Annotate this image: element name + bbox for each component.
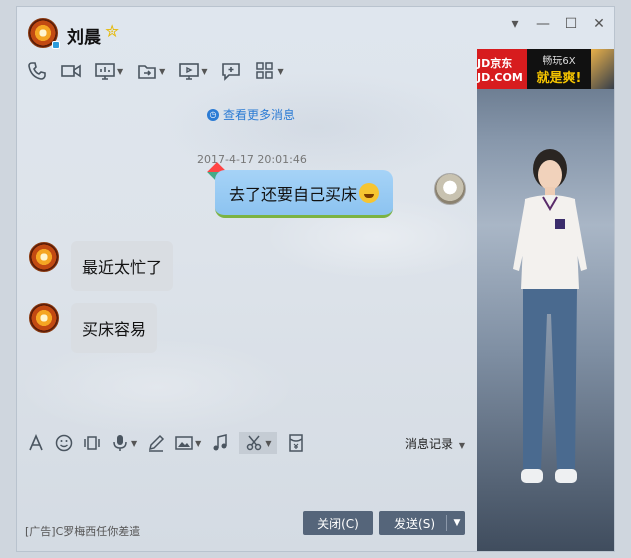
contact-name[interactable]: 刘晨 [67, 23, 101, 48]
footer-ad-link[interactable]: [广告]C罗梅西任你差遣 [25, 523, 140, 539]
video-call-button[interactable] [61, 61, 81, 81]
smiley-icon [55, 434, 73, 452]
chevron-down-icon: ▼ [159, 66, 166, 76]
minimize-button[interactable]: — [534, 15, 552, 33]
font-button[interactable] [27, 432, 45, 454]
voice-call-button[interactable] [27, 61, 47, 81]
phone-icon [28, 62, 46, 80]
message-text: 买床容易 [82, 320, 147, 339]
dropdown-menu-button[interactable]: ▾ [506, 15, 524, 33]
music-button[interactable] [211, 432, 229, 454]
voice-message-button[interactable]: ▼ [111, 432, 137, 454]
red-packet-button[interactable] [287, 432, 305, 454]
chat-toolbar: ▼ ▼ ▼ ▼ [27, 61, 284, 81]
message-history-label: 消息记录 [405, 437, 454, 451]
screenshot-button[interactable]: ▼ [239, 432, 278, 454]
chat-window: 刘晨 ✮ ▾ — ☐ ✕ ▼ ▼ ▼ ▼ JD京东 JD.COM 畅玩6X 就是… [16, 6, 615, 552]
message-area[interactable]: ◷ 查看更多消息 2017-4-17 20:01:46 去了还要自己买床 最近太… [17, 99, 477, 429]
transfer-file-button[interactable]: ▼ [137, 61, 165, 81]
shake-icon [84, 436, 100, 450]
message-bubble-incoming[interactable]: 最近太忙了 [71, 241, 174, 291]
contact-avatar-small[interactable] [29, 303, 59, 333]
message-history-button[interactable]: 消息记录 ▼ [405, 435, 465, 452]
remote-desktop-button[interactable]: ▼ [179, 61, 207, 81]
close-window-button[interactable]: ✕ [590, 15, 608, 33]
message-text: 去了还要自己买床 [229, 184, 358, 204]
message-input[interactable] [17, 459, 477, 509]
view-more-messages-label: 查看更多消息 [223, 108, 296, 122]
screen-share-icon [95, 63, 115, 80]
screen-share-button[interactable]: ▼ [95, 61, 123, 81]
message-text: 最近太忙了 [82, 258, 163, 277]
apps-icon [256, 62, 274, 79]
chevron-down-icon: ▼ [201, 66, 208, 76]
ad-banner[interactable]: JD京东 JD.COM 畅玩6X 就是爽! [477, 49, 614, 89]
self-avatar[interactable] [434, 173, 466, 205]
ad-panel[interactable]: JD京东 JD.COM 畅玩6X 就是爽! [477, 49, 614, 551]
avatar-show-figure [513, 149, 587, 483]
font-icon [29, 434, 43, 451]
scissors-icon [247, 435, 262, 451]
microphone-icon [113, 435, 127, 451]
shake-window-button[interactable] [83, 432, 101, 454]
message-bubble-outgoing[interactable]: 去了还要自己买床 [215, 170, 394, 218]
button-divider [445, 515, 447, 531]
send-button[interactable]: 发送(S) ▼ [379, 511, 465, 535]
maximize-button[interactable]: ☐ [562, 15, 580, 33]
star-icon[interactable]: ✮ [105, 22, 119, 42]
send-image-button[interactable]: ▼ [175, 432, 201, 454]
chevron-down-icon: ▼ [117, 66, 124, 76]
phone-image [591, 49, 614, 89]
red-packet-icon [289, 434, 304, 452]
contact-avatar-small[interactable] [29, 242, 59, 272]
chevron-down-icon: ▼ [265, 438, 272, 448]
doodle-button[interactable] [147, 432, 165, 454]
ad-slogan: 畅玩6X 就是爽! [527, 49, 591, 89]
window-controls: ▾ — ☐ ✕ [506, 15, 608, 33]
ad-slogan-line1: 畅玩6X [542, 56, 576, 67]
emoji-button[interactable] [55, 432, 73, 454]
clock-icon: ◷ [207, 108, 219, 121]
add-message-button[interactable] [221, 61, 241, 81]
chevron-down-icon: ▼ [131, 438, 138, 448]
laughing-emoji-icon [359, 182, 380, 203]
ad-slogan-line2: 就是爽! [536, 71, 582, 86]
remote-desktop-icon [179, 63, 200, 80]
jd-logo: JD京东 JD.COM [477, 49, 527, 89]
add-message-icon [222, 63, 241, 81]
chevron-down-icon: ▼ [277, 66, 284, 76]
chevron-down-icon: ▼ [195, 438, 202, 448]
transfer-icon [138, 65, 156, 79]
chevron-down-icon: ▼ [458, 441, 465, 450]
chevron-down-icon[interactable]: ▼ [454, 518, 461, 528]
image-icon [175, 436, 193, 450]
pencil-icon [149, 434, 165, 452]
message-bubble-incoming[interactable]: 买床容易 [71, 303, 158, 353]
view-more-messages-link[interactable]: ◷ 查看更多消息 [207, 106, 295, 123]
apps-button[interactable]: ▼ [255, 61, 284, 81]
send-label: 发送(S) [394, 516, 436, 531]
input-toolbar: ▼ ▼ ▼ 消息记录 ▼ [17, 429, 477, 457]
close-button[interactable]: 关闭(C) [303, 511, 373, 535]
video-icon [61, 64, 81, 78]
online-status-icon [52, 41, 60, 49]
music-note-icon [213, 434, 228, 451]
